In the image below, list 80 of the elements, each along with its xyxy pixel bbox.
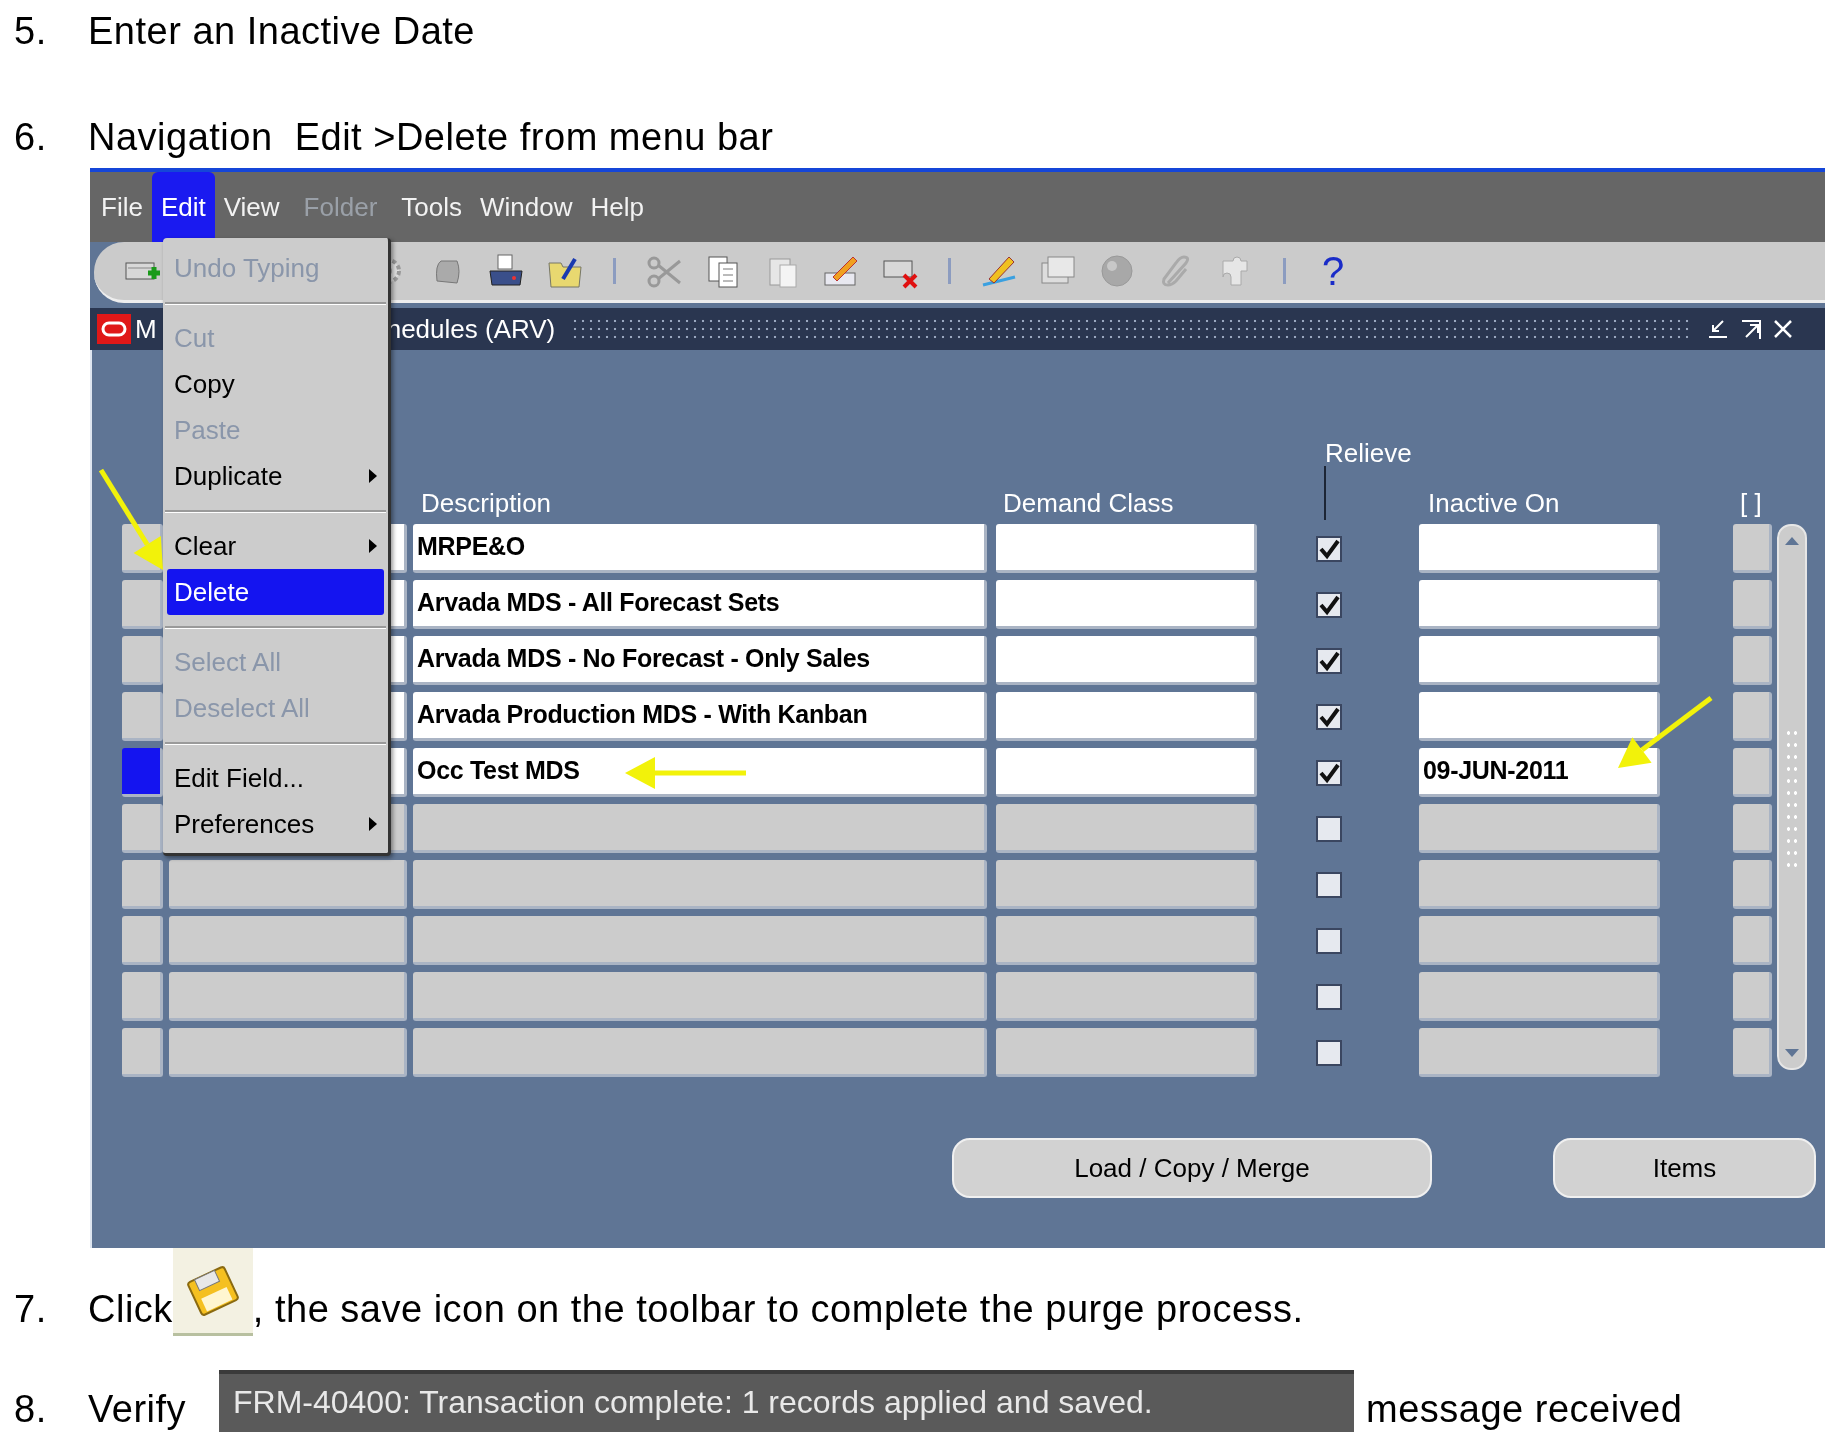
relieve-checkbox[interactable] — [1316, 871, 1342, 898]
table-cell — [1733, 916, 1772, 965]
description-field[interactable]: MRPE&O — [413, 524, 987, 573]
menu-item[interactable]: Preferences — [167, 801, 384, 847]
description-field[interactable]: Occ Test MDS — [413, 748, 987, 797]
step-text: Enter an Inactive Date — [88, 12, 475, 50]
status-message: FRM-40400: Transaction complete: 1 records applied and saved. — [219, 1370, 1354, 1432]
step-text: message received — [1366, 1390, 1683, 1428]
menu-item[interactable]: Window — [471, 172, 582, 242]
table-cell — [1733, 692, 1772, 741]
demand-class-field[interactable] — [996, 916, 1257, 965]
load-copy-merge-button[interactable]: Load / Copy / Merge — [952, 1138, 1432, 1198]
items-button[interactable]: Items — [1553, 1138, 1816, 1198]
help-button[interactable]: ? — [1322, 251, 1345, 291]
table-cell — [1733, 748, 1772, 797]
column-header: Demand Class — [1003, 487, 1174, 520]
menu-item[interactable]: Help — [581, 172, 653, 242]
oracle-logo-icon — [97, 314, 131, 344]
step-text: Navigation Edit >Delete from menu bar — [88, 118, 774, 156]
table-cell[interactable] — [169, 860, 407, 909]
relieve-checkbox[interactable] — [1316, 591, 1342, 618]
menu-item[interactable]: Tools — [392, 172, 471, 242]
step-text: Verify — [88, 1390, 188, 1428]
table-cell[interactable] — [169, 972, 407, 1021]
relieve-checkbox[interactable] — [1316, 1039, 1342, 1066]
demand-class-field[interactable] — [996, 692, 1257, 741]
menu-item[interactable]: Duplicate — [167, 453, 384, 499]
table-cell — [1733, 972, 1772, 1021]
step-number: 8. — [13, 1390, 48, 1428]
demand-class-field[interactable] — [996, 636, 1257, 685]
step-number: 7. — [13, 1290, 48, 1328]
table-cell[interactable] — [169, 916, 407, 965]
relieve-checkbox[interactable] — [1316, 759, 1342, 786]
menu-item[interactable]: File — [92, 172, 152, 242]
table-cell — [1733, 1028, 1772, 1077]
table-cell — [1733, 524, 1772, 573]
description-field[interactable]: Arvada MDS - No Forecast - Only Sales — [413, 636, 987, 685]
demand-class-field[interactable] — [996, 804, 1257, 853]
step-number: 5. — [13, 12, 48, 50]
demand-class-field[interactable] — [996, 524, 1257, 573]
table-cell — [1733, 804, 1772, 853]
menu-item[interactable]: Edit — [151, 172, 215, 242]
demand-class-field[interactable] — [996, 860, 1257, 909]
description-field[interactable] — [413, 972, 987, 1021]
menu-item[interactable]: Clear — [167, 523, 384, 569]
record-indicator[interactable] — [122, 748, 163, 797]
table-cell — [1733, 860, 1772, 909]
demand-class-field[interactable] — [996, 748, 1257, 797]
description-field[interactable] — [413, 860, 987, 909]
table-cell[interactable] — [169, 1028, 407, 1077]
menu-item[interactable]: Copy — [167, 361, 384, 407]
relieve-checkbox[interactable] — [1316, 815, 1342, 842]
column-header: [ ] — [1740, 487, 1762, 520]
step-text: Click — [88, 1290, 173, 1328]
relieve-checkbox[interactable] — [1316, 703, 1342, 730]
description-field[interactable] — [413, 804, 987, 853]
description-field[interactable] — [413, 916, 987, 965]
description-field[interactable]: Arvada MDS - All Forecast Sets — [413, 580, 987, 629]
save-icon — [172, 1248, 253, 1336]
demand-class-field[interactable] — [996, 972, 1257, 1021]
relieve-checkbox[interactable] — [1316, 983, 1342, 1010]
scrollbar[interactable] — [1777, 524, 1807, 1070]
step-number: 6. — [13, 118, 48, 156]
relieve-checkbox[interactable] — [1316, 647, 1342, 674]
menu-item[interactable]: Delete — [167, 569, 384, 615]
column-header: Description — [421, 487, 552, 520]
window-title: M — [135, 312, 157, 346]
relieve-checkbox[interactable] — [1316, 535, 1342, 562]
description-field[interactable]: Arvada Production MDS - With Kanban — [413, 692, 987, 741]
demand-class-field[interactable] — [996, 580, 1257, 629]
table-cell — [1733, 580, 1772, 629]
table-cell — [1733, 636, 1772, 685]
menu-item[interactable]: Edit Field... — [167, 755, 384, 801]
step-text: , the save icon on the toolbar to complete the purge process. — [252, 1290, 1304, 1328]
demand-class-field[interactable] — [996, 1028, 1257, 1077]
column-header: Relieve — [1325, 437, 1412, 470]
relieve-checkbox[interactable] — [1316, 927, 1342, 954]
description-field[interactable] — [413, 1028, 987, 1077]
menu-item[interactable]: View — [214, 172, 289, 242]
column-header: Inactive On — [1428, 487, 1560, 520]
